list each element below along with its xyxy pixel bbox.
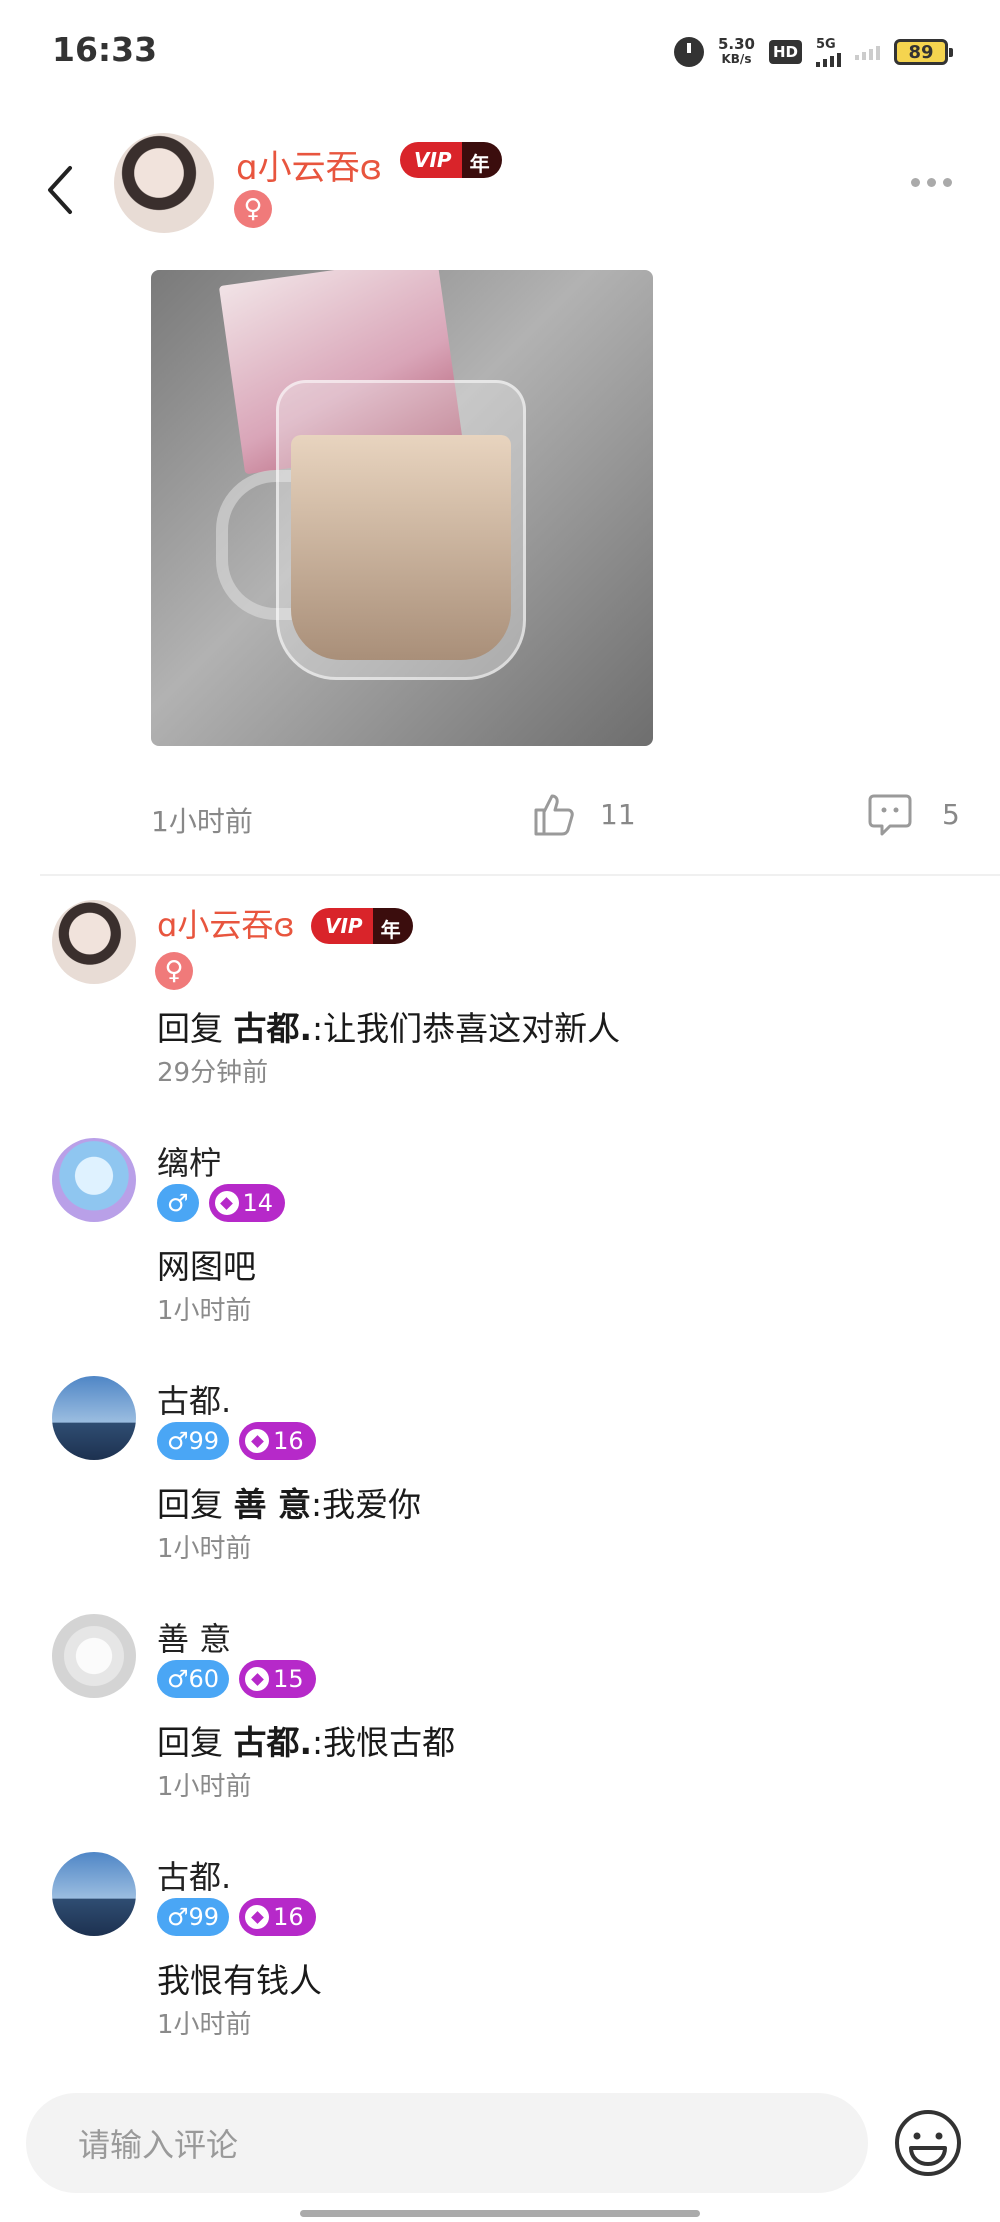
- male-gender-badge: ♂99: [157, 1422, 230, 1460]
- commenter-avatar[interactable]: [52, 1138, 136, 1222]
- comment-time: 1小时前: [157, 1296, 252, 1326]
- female-gender-icon: ♀: [155, 952, 193, 990]
- reply-target[interactable]: 善 意: [234, 1485, 312, 1524]
- comment-time: 29分钟前: [157, 1058, 269, 1088]
- level-badge: 15: [239, 1660, 316, 1698]
- comment-text[interactable]: 网图吧: [157, 1240, 256, 1288]
- reply-prefix: 回复: [157, 1485, 223, 1524]
- diamond-icon: [245, 1905, 270, 1929]
- commenter-avatar[interactable]: [52, 1376, 136, 1460]
- battery-icon: 89: [894, 39, 953, 65]
- comment-bubble-icon: [868, 794, 912, 836]
- reply-target[interactable]: 古都.: [234, 1009, 313, 1048]
- author-avatar[interactable]: [114, 133, 214, 233]
- comment-time: 1小时前: [157, 2010, 252, 2040]
- like-count: 11: [600, 797, 636, 831]
- level-value: 16: [273, 1903, 304, 1931]
- level-value: 16: [273, 1427, 304, 1455]
- comment-input[interactable]: 请输入评论: [26, 2093, 868, 2193]
- commenter-avatar[interactable]: [52, 1614, 136, 1698]
- section-divider: [40, 874, 1000, 876]
- diamond-icon: [214, 1191, 239, 1215]
- commenter-avatar[interactable]: [52, 1852, 136, 1936]
- more-options-icon[interactable]: [911, 178, 952, 187]
- vip-period-label: 年: [372, 908, 413, 944]
- post-header: ɑ小云吞ɞ VIP 年 ♀: [0, 120, 1000, 250]
- status-icons: 5.30 KB/s HD 5G 89: [673, 32, 953, 72]
- commenter-badges: ♂99 16: [157, 1898, 316, 1936]
- comment-body: :我恨古都: [312, 1723, 456, 1762]
- commenter-badges: ♂60 15: [157, 1660, 316, 1698]
- comment-body: :我爱你: [311, 1485, 422, 1524]
- status-time: 16:33: [52, 30, 158, 69]
- signal-5g-icon: 5G: [816, 38, 841, 67]
- male-gender-badge: ♂99: [157, 1898, 230, 1936]
- comment-time: 1小时前: [157, 1534, 252, 1564]
- commenter-name[interactable]: 古都.: [157, 1376, 231, 1422]
- vip-period-label: 年: [461, 142, 502, 178]
- commenter-name[interactable]: 古都.: [157, 1852, 231, 1898]
- vip-badge: VIP 年: [400, 142, 502, 178]
- level-badge: 14: [208, 1184, 286, 1222]
- reply-prefix: 回复: [157, 1009, 223, 1048]
- status-bar: 16:33 5.30 KB/s HD 5G 89: [0, 0, 1000, 100]
- comment-text[interactable]: 我恨有钱人: [157, 1954, 322, 2002]
- comment-body: :让我们恭喜这对新人: [312, 1009, 621, 1048]
- diamond-icon: [245, 1429, 270, 1453]
- commenter-name[interactable]: ɑ小云吞ɞ: [157, 900, 295, 946]
- reply-target[interactable]: 古都.: [234, 1723, 313, 1762]
- commenter-badges: ♂99 16: [157, 1422, 316, 1460]
- vip-label: VIP: [311, 908, 373, 944]
- commenter-badges: ♂ 14: [157, 1184, 286, 1222]
- image-milk-tea: [291, 435, 511, 660]
- alarm-icon: [673, 37, 704, 67]
- vip-badge: VIP 年: [311, 908, 413, 944]
- like-button[interactable]: 11: [530, 790, 636, 838]
- reply-prefix: 回复: [157, 1723, 223, 1762]
- level-badge: 16: [239, 1898, 316, 1936]
- network-speed-unit: KB/s: [721, 52, 752, 66]
- network-type-label: 5G: [816, 36, 836, 52]
- commenter-name[interactable]: 善 意: [157, 1614, 231, 1660]
- hd-icon: HD: [768, 40, 802, 64]
- commenter-name[interactable]: 缡柠: [157, 1138, 221, 1184]
- male-gender-badge: ♂: [157, 1184, 199, 1222]
- signal-bars-secondary-icon: [855, 44, 880, 60]
- female-gender-icon: ♀: [234, 190, 272, 228]
- vip-label: VIP: [400, 142, 462, 178]
- comment-time: 1小时前: [157, 1772, 252, 1802]
- network-speed-value: 5.30: [717, 35, 755, 53]
- level-value: 14: [242, 1189, 274, 1217]
- emoji-icon[interactable]: [893, 2108, 963, 2178]
- comment-text[interactable]: 回复 古都.:让我们恭喜这对新人: [157, 1002, 620, 1050]
- diamond-icon: [245, 1667, 270, 1691]
- comment-text[interactable]: 回复 善 意:我爱你: [157, 1478, 421, 1526]
- network-speed: 5.30 KB/s: [718, 37, 755, 67]
- post-image[interactable]: [151, 270, 653, 746]
- level-badge: 16: [239, 1422, 316, 1460]
- home-indicator[interactable]: [300, 2210, 700, 2217]
- thumbs-up-icon: [534, 794, 574, 836]
- comment-count: 5: [942, 797, 960, 831]
- comment-text[interactable]: 回复 古都.:我恨古都: [157, 1716, 455, 1764]
- post-time: 1小时前: [151, 805, 253, 838]
- comment-button[interactable]: 5: [866, 790, 960, 838]
- author-name[interactable]: ɑ小云吞ɞ: [236, 140, 382, 189]
- male-gender-badge: ♂60: [157, 1660, 230, 1698]
- signal-bars-icon: [816, 51, 841, 67]
- commenter-avatar[interactable]: [52, 900, 136, 984]
- back-arrow-icon[interactable]: [42, 160, 82, 220]
- level-value: 15: [273, 1665, 304, 1693]
